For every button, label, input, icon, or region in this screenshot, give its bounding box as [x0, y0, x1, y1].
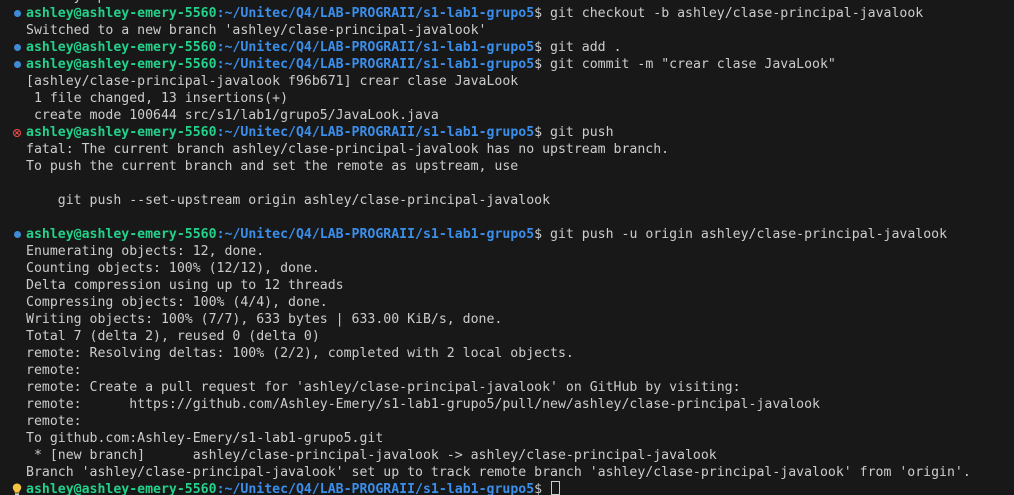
circle-error-icon[interactable] [11, 124, 23, 141]
prompt-symbol: $ [534, 57, 551, 72]
prompt-symbol: $ [534, 40, 551, 55]
output-text: Counting objects: 100% (12/12), done. [26, 261, 320, 276]
output-text: Branch 'ashley/clase-principal-javalook'… [26, 465, 971, 480]
lightbulb-icon[interactable] [11, 481, 23, 495]
dot-shape [13, 61, 21, 68]
prompt-path: :~/Unitec/Q4/LAB-PROGRAII/s1-lab1-grupo5 [216, 6, 535, 21]
output-line: Enumerating objects: 12, done. [0, 243, 1014, 260]
circle-success-icon[interactable] [11, 56, 23, 73]
output-text: [ashley/clase-principal-javalook f96b671… [26, 74, 519, 89]
output-text: To push the current branch and set the r… [26, 159, 519, 174]
dot-shape [13, 44, 21, 51]
circle-success-icon[interactable] [11, 5, 23, 22]
prompt-user-host: ashley@ashley-emery-5560 [26, 482, 217, 495]
output-text: remote: [26, 363, 82, 378]
output-text: remote: Resolving deltas: 100% (2/2), co… [26, 346, 574, 361]
prompt-path: :~/Unitec/Q4/LAB-PROGRAII/s1-lab1-grupo5 [216, 57, 535, 72]
command-text: git push -u origin ashley/clase-principa… [550, 227, 948, 242]
output-line: 1 file changed, 13 insertions(+) [0, 90, 1014, 107]
output-text: remote: Create a pull request for 'ashle… [26, 380, 741, 395]
output-text: Total 7 (delta 2), reused 0 (delta 0) [26, 329, 320, 344]
terminal-output: Already up to date.ashley@ashley-emery-5… [0, 0, 1014, 495]
prompt-symbol: $ [534, 125, 551, 140]
prompt-user-host: ashley@ashley-emery-5560 [26, 6, 217, 21]
prompt-path: :~/Unitec/Q4/LAB-PROGRAII/s1-lab1-grupo5 [216, 227, 535, 242]
output-text: 1 file changed, 13 insertions(+) [26, 91, 289, 106]
prompt-line: ashley@ashley-emery-5560:~/Unitec/Q4/LAB… [0, 124, 1014, 141]
output-text: remote: https://github.com/Ashley-Emery/… [26, 397, 820, 412]
output-line: remote: Resolving deltas: 100% (2/2), co… [0, 345, 1014, 362]
output-text: Already up to date. [26, 0, 177, 4]
prompt-path: :~/Unitec/Q4/LAB-PROGRAII/s1-lab1-grupo5 [216, 40, 535, 55]
prompt-user-host: ashley@ashley-emery-5560 [26, 227, 217, 242]
output-line: create mode 100644 src/s1/lab1/grupo5/Ja… [0, 107, 1014, 124]
bulb-shape [12, 483, 22, 495]
prompt-symbol: $ [534, 482, 551, 495]
output-text: Enumerating objects: 12, done. [26, 244, 265, 259]
output-line: Branch 'ashley/clase-principal-javalook'… [0, 464, 1014, 481]
prompt-line: ashley@ashley-emery-5560:~/Unitec/Q4/LAB… [0, 39, 1014, 56]
command-text: git commit -m "crear clase JavaLook" [550, 57, 836, 72]
prompt-path: :~/Unitec/Q4/LAB-PROGRAII/s1-lab1-grupo5 [216, 125, 535, 140]
output-line: Total 7 (delta 2), reused 0 (delta 0) [0, 328, 1014, 345]
prompt-line: ashley@ashley-emery-5560:~/Unitec/Q4/LAB… [0, 5, 1014, 22]
prompt-line: ashley@ashley-emery-5560:~/Unitec/Q4/LAB… [0, 226, 1014, 243]
command-text: git add . [550, 40, 622, 55]
output-line: remote: [0, 413, 1014, 430]
output-line: remote: [0, 362, 1014, 379]
output-line: Writing objects: 100% (7/7), 633 bytes |… [0, 311, 1014, 328]
prompt-path: :~/Unitec/Q4/LAB-PROGRAII/s1-lab1-grupo5 [216, 482, 535, 495]
circle-success-icon[interactable] [11, 39, 23, 56]
output-text: fatal: The current branch ashley/clase-p… [26, 142, 670, 157]
output-text: remote: [26, 414, 82, 429]
output-text: Compressing objects: 100% (4/4), done. [26, 295, 328, 310]
output-text: Writing objects: 100% (7/7), 633 bytes |… [26, 312, 503, 327]
terminal-panel[interactable]: Already up to date.ashley@ashley-emery-5… [0, 0, 1014, 495]
output-line: * [new branch] ashley/clase-principal-ja… [0, 447, 1014, 464]
output-text: To github.com:Ashley-Emery/s1-lab1-grupo… [26, 431, 384, 446]
prompt-symbol: $ [534, 227, 551, 242]
error-shape [13, 128, 21, 137]
dot-shape [13, 10, 21, 17]
dot-shape [13, 231, 21, 238]
output-line: Switched to a new branch 'ashley/clase-p… [0, 22, 1014, 39]
output-line: Compressing objects: 100% (4/4), done. [0, 294, 1014, 311]
output-line: Counting objects: 100% (12/12), done. [0, 260, 1014, 277]
prompt-user-host: ashley@ashley-emery-5560 [26, 57, 217, 72]
command-text: git checkout -b ashley/clase-principal-j… [550, 6, 924, 21]
prompt-symbol: $ [534, 6, 551, 21]
prompt-line: ashley@ashley-emery-5560:~/Unitec/Q4/LAB… [0, 56, 1014, 73]
output-line: To github.com:Ashley-Emery/s1-lab1-grupo… [0, 430, 1014, 447]
output-line: fatal: The current branch ashley/clase-p… [0, 141, 1014, 158]
output-line: To push the current branch and set the r… [0, 158, 1014, 175]
prompt-line: ashley@ashley-emery-5560:~/Unitec/Q4/LAB… [0, 481, 1014, 495]
prompt-user-host: ashley@ashley-emery-5560 [26, 125, 217, 140]
command-text: git push [550, 125, 614, 140]
output-text: Switched to a new branch 'ashley/clase-p… [26, 23, 487, 38]
terminal-cursor[interactable] [551, 481, 561, 495]
output-line: remote: https://github.com/Ashley-Emery/… [0, 396, 1014, 413]
output-text: git push --set-upstream origin ashley/cl… [26, 193, 551, 208]
prompt-user-host: ashley@ashley-emery-5560 [26, 40, 217, 55]
output-text: Delta compression using up to 12 threads [26, 278, 344, 293]
circle-success-icon[interactable] [11, 226, 23, 243]
output-text: * [new branch] ashley/clase-principal-ja… [26, 448, 717, 463]
output-line: Delta compression using up to 12 threads [0, 277, 1014, 294]
output-text: create mode 100644 src/s1/lab1/grupo5/Ja… [26, 108, 439, 123]
output-line: [ashley/clase-principal-javalook f96b671… [0, 73, 1014, 90]
output-line: git push --set-upstream origin ashley/cl… [0, 192, 1014, 209]
output-line: remote: Create a pull request for 'ashle… [0, 379, 1014, 396]
